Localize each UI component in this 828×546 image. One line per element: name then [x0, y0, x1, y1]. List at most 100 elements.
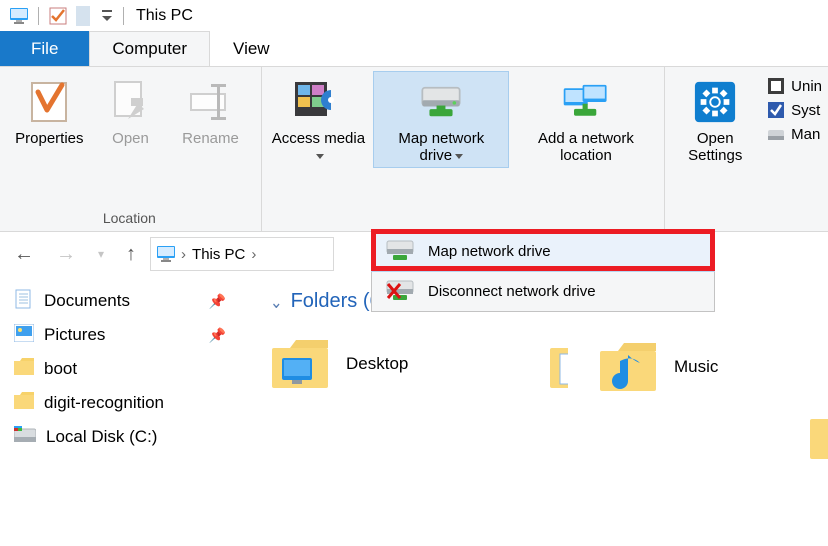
- titlebar: This PC: [0, 0, 828, 32]
- settings-icon: [691, 80, 739, 124]
- sidebar-item-digit-recognition[interactable]: digit-recognition: [14, 386, 246, 420]
- folder-partial-right-2[interactable]: [808, 409, 828, 461]
- pin-icon: 📌: [209, 327, 226, 344]
- sidebar-item-pictures[interactable]: Pictures 📌: [14, 318, 246, 352]
- chevron-down-icon: [316, 154, 324, 159]
- uninstall-programs-button[interactable]: Unin: [767, 77, 822, 95]
- ribbon-separator-2: [664, 67, 665, 231]
- system-properties-icon: [767, 101, 785, 119]
- ribbon-separator-1: [261, 67, 262, 231]
- group-network-label: [264, 207, 663, 229]
- navigation-pane[interactable]: Documents 📌 Pictures 📌 boot digit-recogn…: [0, 274, 252, 546]
- rename-icon: [187, 80, 235, 124]
- music-folder-icon: [598, 341, 660, 393]
- chevron-down-icon: [455, 154, 463, 159]
- dropdown-map-label: Map network drive: [428, 243, 551, 260]
- sidebar-label: Local Disk (C:): [46, 427, 157, 447]
- map-network-drive-label: Map network drive: [380, 130, 502, 165]
- system-list: Unin Syst Man: [763, 71, 828, 143]
- add-network-location-label: Add a network location: [516, 130, 655, 165]
- folder-label: Desktop: [346, 354, 408, 374]
- dropdown-disconnect-label: Disconnect network drive: [428, 283, 596, 300]
- group-location: Properties Open Rename Location: [0, 67, 259, 231]
- ribbon-tabs: File Computer View: [0, 32, 828, 66]
- sidebar-label: Pictures: [44, 325, 105, 345]
- map-network-drive-icon: [417, 80, 465, 124]
- open-settings-label: Open Settings: [674, 130, 756, 165]
- folders-grid: Desktop Music: [270, 335, 828, 461]
- folder-icon: [14, 392, 34, 414]
- nav-back[interactable]: ←: [6, 239, 42, 270]
- group-location-label: Location: [0, 207, 259, 229]
- dropdown-map-network-drive[interactable]: Map network drive: [371, 230, 715, 272]
- tab-file[interactable]: File: [0, 31, 89, 66]
- network-drive-icon: [386, 240, 414, 262]
- explorer-body: Documents 📌 Pictures 📌 boot digit-recogn…: [0, 274, 828, 546]
- blank-qat-icon[interactable]: [74, 6, 94, 26]
- folder-desktop[interactable]: Desktop: [270, 335, 500, 393]
- add-network-location-button[interactable]: Add a network location: [509, 71, 662, 168]
- disconnect-drive-icon: [386, 280, 414, 302]
- sidebar-label: boot: [44, 359, 77, 379]
- pin-icon: 📌: [209, 293, 226, 310]
- folder-music[interactable]: Music: [598, 341, 828, 393]
- chevron-right-icon[interactable]: ›: [251, 246, 256, 263]
- nav-recent-dropdown-icon[interactable]: ▾: [90, 243, 112, 265]
- rename-button: Rename: [171, 71, 251, 150]
- folder-partial-right-1[interactable]: [548, 335, 568, 393]
- address-bar[interactable]: › This PC ›: [150, 237, 334, 271]
- sidebar-item-boot[interactable]: boot: [14, 352, 246, 386]
- folder-label: Music: [674, 357, 718, 377]
- qat-separator: [38, 7, 39, 25]
- pc-icon: [9, 6, 29, 26]
- system-properties-label: Syst: [791, 102, 820, 119]
- group-network: Access media Map network drive Add a net…: [264, 67, 663, 231]
- ribbon: Properties Open Rename Location Access m…: [0, 66, 828, 232]
- content-pane[interactable]: ⌄ Folders (6) Desktop Music: [252, 274, 828, 546]
- manage-button[interactable]: Man: [767, 125, 822, 143]
- sidebar-label: digit-recognition: [44, 393, 164, 413]
- breadcrumb-this-pc[interactable]: This PC: [192, 246, 245, 263]
- title-separator: [123, 7, 124, 25]
- chevron-down-icon: ⌄: [270, 291, 283, 313]
- system-properties-button[interactable]: Syst: [767, 101, 822, 119]
- nav-up[interactable]: ↑: [118, 239, 144, 270]
- uninstall-icon: [767, 77, 785, 95]
- map-network-drive-button[interactable]: Map network drive: [373, 71, 509, 168]
- add-network-location-icon: [562, 80, 610, 124]
- open-button: Open: [91, 71, 171, 150]
- access-media-icon: [294, 80, 342, 124]
- sidebar-label: Documents: [44, 291, 130, 311]
- manage-icon: [767, 125, 785, 143]
- folder-icon: [14, 358, 34, 380]
- map-network-drive-dropdown: Map network drive Disconnect network dri…: [371, 230, 715, 312]
- nav-forward: →: [48, 239, 84, 270]
- dropdown-disconnect-network-drive[interactable]: Disconnect network drive: [372, 271, 714, 311]
- tab-computer[interactable]: Computer: [89, 31, 210, 66]
- drive-icon: [14, 426, 36, 449]
- sidebar-item-documents[interactable]: Documents 📌: [14, 284, 246, 318]
- manage-label: Man: [791, 126, 820, 143]
- pc-icon: [157, 246, 175, 262]
- qat-dropdown-icon[interactable]: [100, 6, 114, 26]
- open-icon: [107, 80, 155, 124]
- folder-icon: [548, 338, 568, 390]
- properties-label: Properties: [15, 130, 83, 147]
- pictures-icon: [14, 324, 34, 347]
- sidebar-item-local-disk[interactable]: Local Disk (C:): [14, 420, 246, 454]
- desktop-folder-icon: [270, 338, 332, 390]
- open-label: Open: [112, 130, 149, 147]
- access-media-button[interactable]: Access media: [264, 71, 374, 168]
- tab-view[interactable]: View: [210, 31, 293, 66]
- open-settings-button[interactable]: Open Settings: [667, 71, 763, 168]
- group-system: Open Settings Unin Syst Man: [667, 67, 828, 231]
- properties-qat-icon[interactable]: [48, 6, 68, 26]
- properties-button[interactable]: Properties: [8, 71, 90, 150]
- uninstall-label: Unin: [791, 78, 822, 95]
- chevron-right-icon[interactable]: ›: [181, 246, 186, 263]
- documents-icon: [14, 289, 34, 314]
- properties-icon: [25, 80, 73, 124]
- window-title: This PC: [136, 7, 193, 25]
- folder-icon: [808, 409, 828, 461]
- rename-label: Rename: [182, 130, 239, 147]
